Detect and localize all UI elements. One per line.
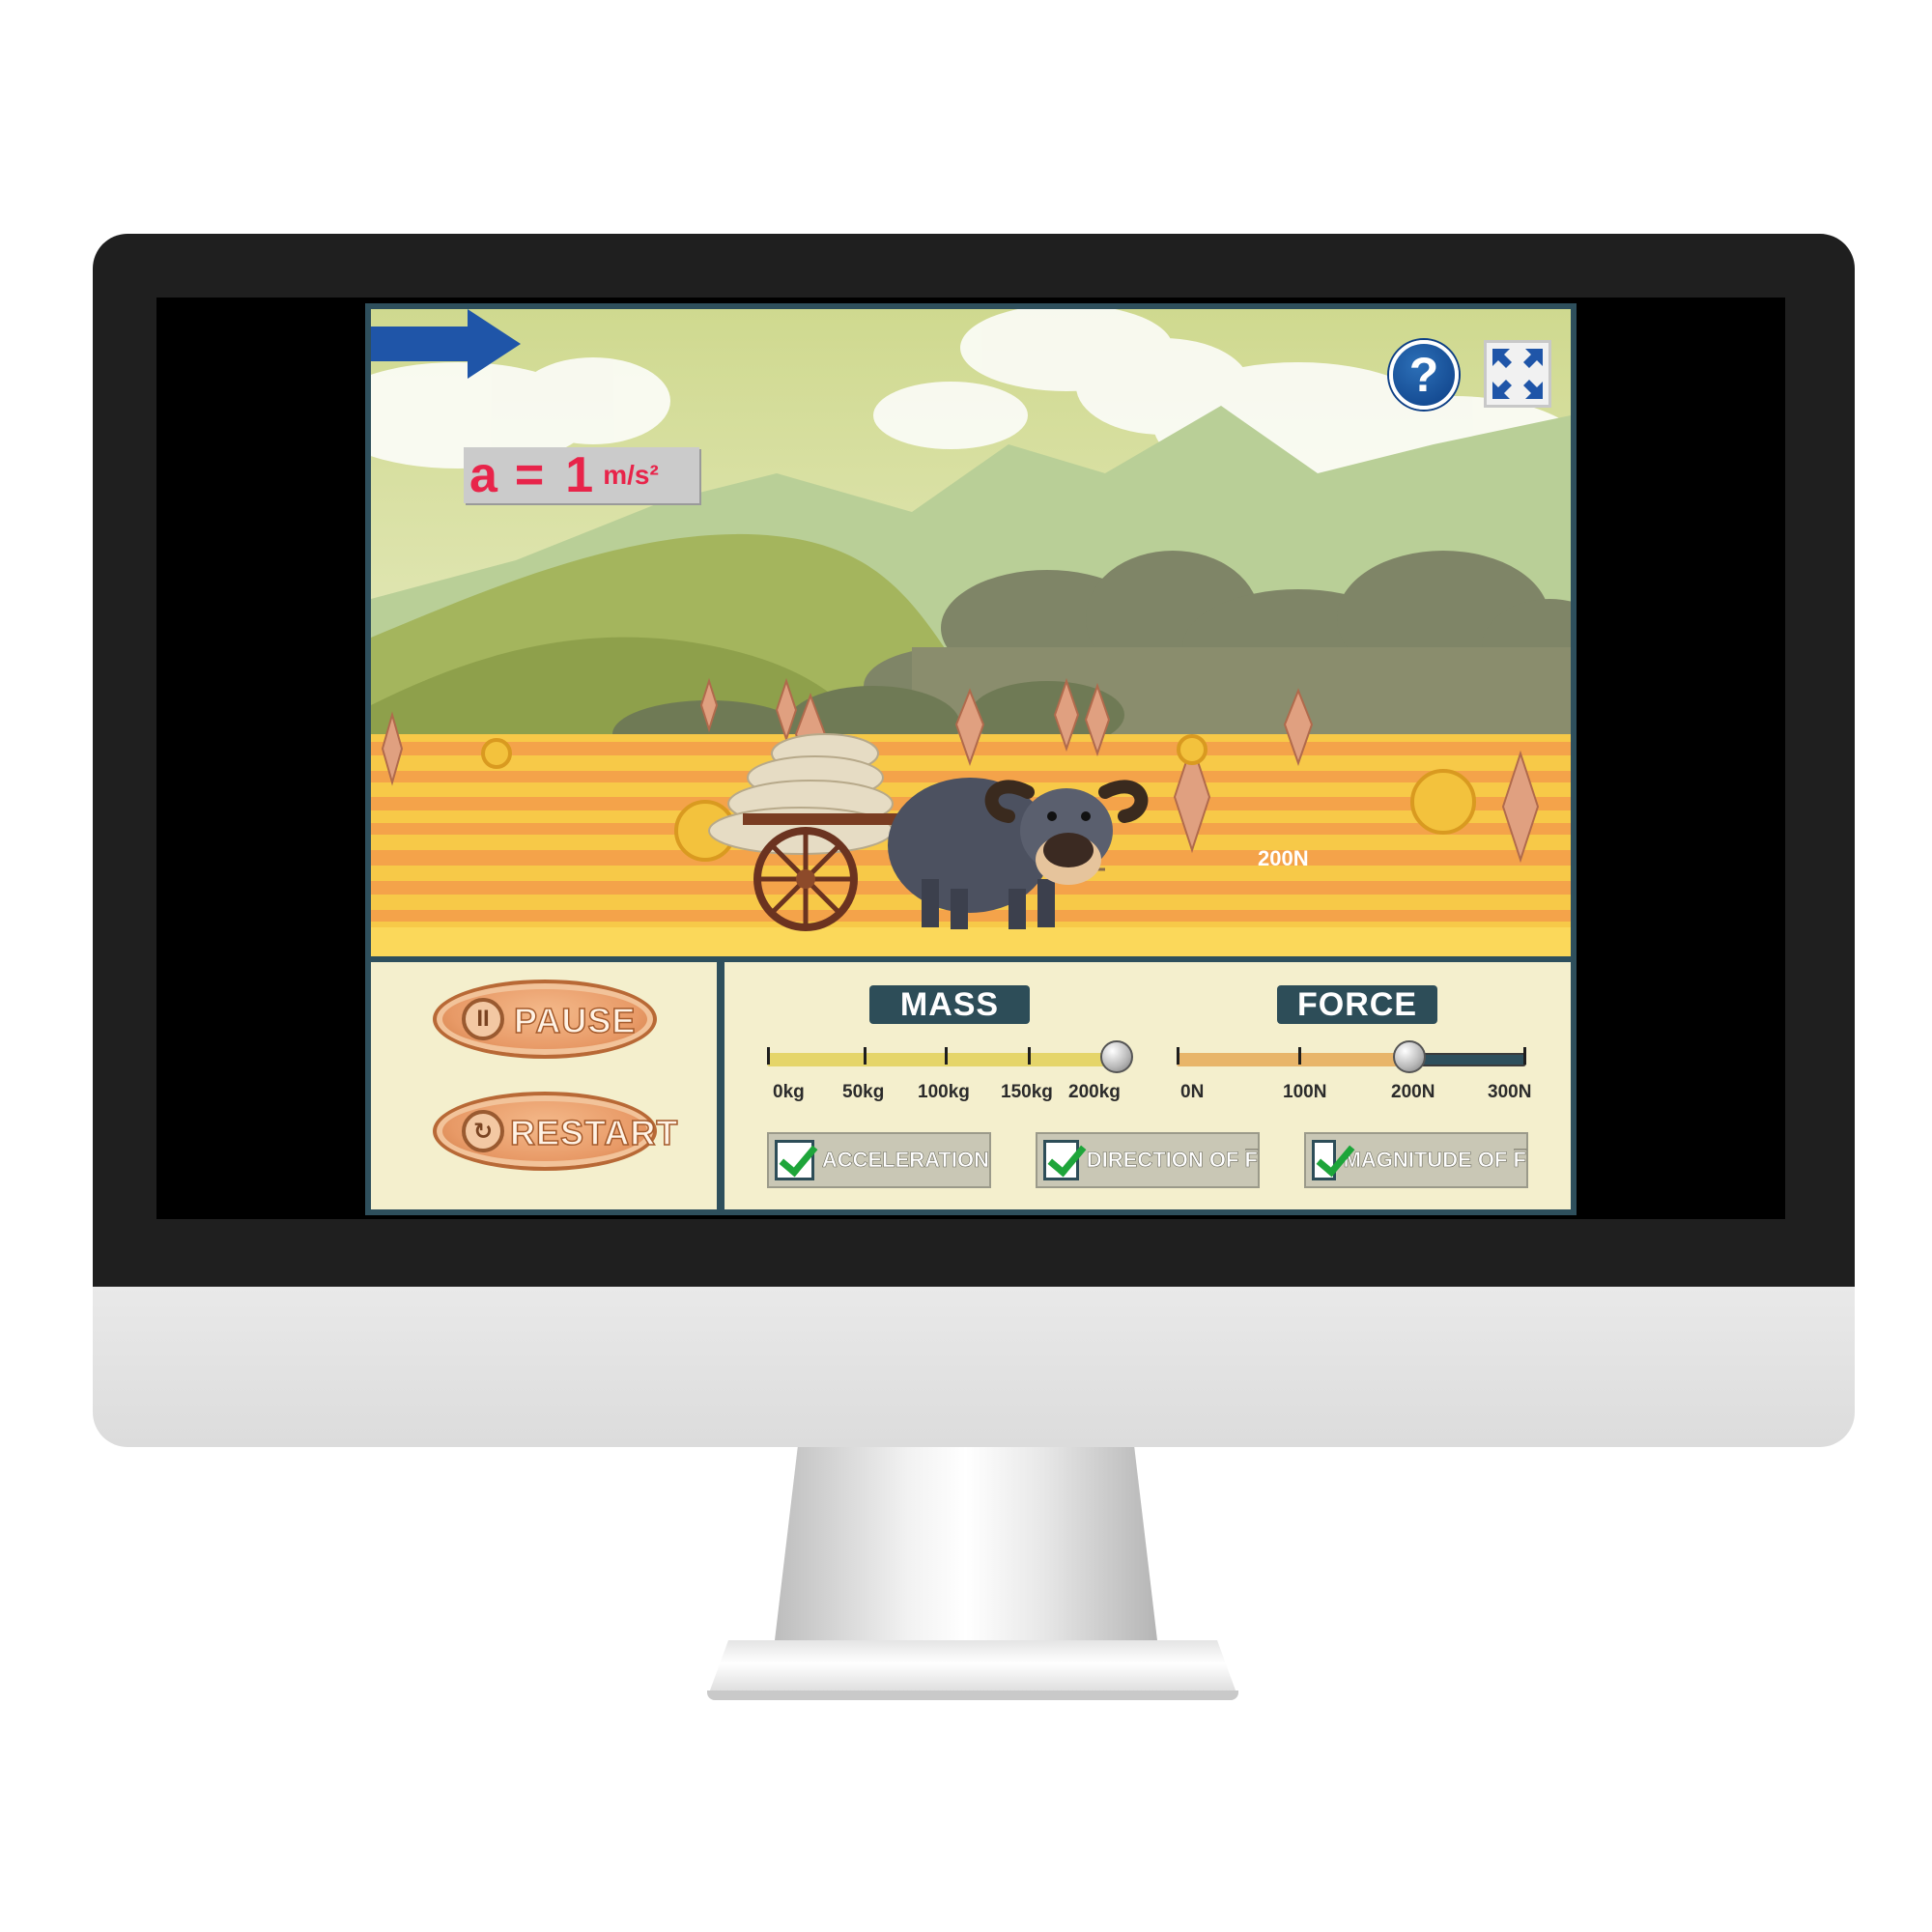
mass-tick-label: 0kg [773, 1082, 805, 1102]
question-mark-icon: ? [1408, 348, 1439, 402]
magnitude-checkbox[interactable]: MAGNITUDE OF F̅ [1304, 1132, 1528, 1188]
magnitude-checkbox-label: MAGNITUDE OF F̅ [1343, 1148, 1526, 1173]
mass-tick-label: 100kg [918, 1082, 970, 1102]
acceleration-checkbox-label: ACCELERATION [821, 1148, 990, 1173]
force-slider-handle[interactable] [1393, 1040, 1426, 1073]
mass-tick-label: 50kg [842, 1082, 885, 1102]
direction-checkbox-label: DIRECTION OF F̅ [1086, 1148, 1258, 1173]
playback-panel: II PAUSE ↻ RESTART [371, 962, 717, 1209]
acceleration-readout: a = 1 m/s² [464, 447, 699, 503]
restart-icon: ↻ [462, 1110, 504, 1152]
acceleration-symbol: a [469, 447, 497, 503]
mass-title: MASS [869, 985, 1030, 1024]
monitor-stand-neck [775, 1447, 1157, 1640]
mass-slider-handle[interactable] [1100, 1040, 1133, 1073]
monitor-stand-edge [707, 1690, 1238, 1700]
mass-slider[interactable] [767, 1040, 1133, 1073]
simulation-scene: a = 1 m/s² ? 200N [371, 309, 1571, 956]
mass-tick-label: 200kg [1068, 1082, 1121, 1102]
force-tick-label: 0N [1180, 1082, 1205, 1102]
parameters-panel: MASS FORCE 0kg 50kg 100kg 150kg 200kg 0N [724, 962, 1571, 1209]
restart-label: RESTART [509, 1112, 679, 1153]
force-tick-label: 100N [1283, 1082, 1327, 1102]
acceleration-unit: m/s² [603, 460, 659, 490]
pause-icon: II [462, 998, 504, 1040]
simulation-app: a = 1 m/s² ? 200N II PAUSE ↻ RESTART MAS… [365, 303, 1577, 1215]
checkmark-icon [775, 1140, 814, 1180]
pause-button[interactable]: II PAUSE [433, 980, 657, 1059]
acceleration-equals: = [514, 447, 545, 503]
force-tick-label: 300N [1488, 1082, 1532, 1102]
force-arrow-icon [371, 309, 521, 379]
help-button[interactable]: ? [1389, 340, 1459, 410]
expand-icon [1492, 349, 1543, 399]
fullscreen-button[interactable] [1484, 340, 1551, 408]
acceleration-checkbox[interactable]: ACCELERATION [767, 1132, 991, 1188]
checkmark-icon [1043, 1140, 1079, 1180]
acceleration-value: 1 [565, 447, 594, 503]
monitor-chin [93, 1287, 1855, 1447]
mass-tick-label: 150kg [1001, 1082, 1053, 1102]
checkmark-icon [1312, 1140, 1336, 1180]
force-tick-label: 200N [1391, 1082, 1435, 1102]
force-arrow-label: 200N [1258, 846, 1309, 870]
force-slider[interactable] [1177, 1040, 1526, 1073]
monitor-stand-base [707, 1640, 1238, 1698]
direction-checkbox[interactable]: DIRECTION OF F̅ [1036, 1132, 1260, 1188]
force-title: FORCE [1277, 985, 1437, 1024]
landscape-illustration [371, 309, 1571, 956]
pause-label: PAUSE [513, 1000, 637, 1041]
restart-button[interactable]: ↻ RESTART [433, 1092, 678, 1171]
